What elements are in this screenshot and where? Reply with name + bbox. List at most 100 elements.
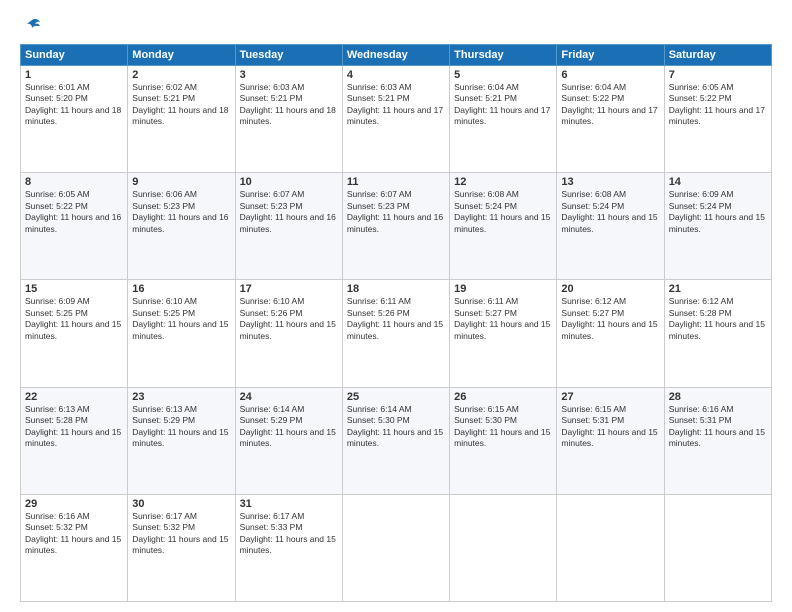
calendar-cell: 25 Sunrise: 6:14 AMSunset: 5:30 PMDaylig…	[342, 387, 449, 494]
day-number: 30	[132, 498, 230, 510]
day-number: 1	[25, 69, 123, 81]
weekday-header-thursday: Thursday	[450, 45, 557, 66]
calendar-cell: 17 Sunrise: 6:10 AMSunset: 5:26 PMDaylig…	[235, 280, 342, 387]
day-info: Sunrise: 6:07 AMSunset: 5:23 PMDaylight:…	[347, 189, 443, 233]
day-number: 13	[561, 176, 659, 188]
day-number: 15	[25, 283, 123, 295]
day-number: 7	[669, 69, 767, 81]
day-number: 2	[132, 69, 230, 81]
logo	[20, 16, 42, 36]
day-number: 27	[561, 391, 659, 403]
calendar-table: SundayMondayTuesdayWednesdayThursdayFrid…	[20, 44, 772, 602]
calendar-cell: 21 Sunrise: 6:12 AMSunset: 5:28 PMDaylig…	[664, 280, 771, 387]
day-number: 25	[347, 391, 445, 403]
day-info: Sunrise: 6:14 AMSunset: 5:29 PMDaylight:…	[240, 404, 336, 448]
day-info: Sunrise: 6:13 AMSunset: 5:29 PMDaylight:…	[132, 404, 228, 448]
day-number: 4	[347, 69, 445, 81]
day-number: 3	[240, 69, 338, 81]
day-number: 23	[132, 391, 230, 403]
day-info: Sunrise: 6:13 AMSunset: 5:28 PMDaylight:…	[25, 404, 121, 448]
calendar-cell: 24 Sunrise: 6:14 AMSunset: 5:29 PMDaylig…	[235, 387, 342, 494]
day-number: 8	[25, 176, 123, 188]
day-info: Sunrise: 6:05 AMSunset: 5:22 PMDaylight:…	[25, 189, 121, 233]
day-number: 17	[240, 283, 338, 295]
calendar-cell: 23 Sunrise: 6:13 AMSunset: 5:29 PMDaylig…	[128, 387, 235, 494]
day-info: Sunrise: 6:16 AMSunset: 5:32 PMDaylight:…	[25, 511, 121, 555]
day-info: Sunrise: 6:17 AMSunset: 5:32 PMDaylight:…	[132, 511, 228, 555]
weekday-header-wednesday: Wednesday	[342, 45, 449, 66]
day-info: Sunrise: 6:07 AMSunset: 5:23 PMDaylight:…	[240, 189, 336, 233]
day-info: Sunrise: 6:15 AMSunset: 5:31 PMDaylight:…	[561, 404, 657, 448]
day-number: 19	[454, 283, 552, 295]
calendar-cell: 29 Sunrise: 6:16 AMSunset: 5:32 PMDaylig…	[21, 494, 128, 601]
day-number: 26	[454, 391, 552, 403]
day-number: 11	[347, 176, 445, 188]
day-info: Sunrise: 6:08 AMSunset: 5:24 PMDaylight:…	[454, 189, 550, 233]
weekday-header-friday: Friday	[557, 45, 664, 66]
calendar-cell: 1 Sunrise: 6:01 AMSunset: 5:20 PMDayligh…	[21, 66, 128, 173]
day-info: Sunrise: 6:04 AMSunset: 5:22 PMDaylight:…	[561, 82, 657, 126]
calendar-cell: 15 Sunrise: 6:09 AMSunset: 5:25 PMDaylig…	[21, 280, 128, 387]
calendar-cell: 28 Sunrise: 6:16 AMSunset: 5:31 PMDaylig…	[664, 387, 771, 494]
day-number: 22	[25, 391, 123, 403]
calendar-cell: 18 Sunrise: 6:11 AMSunset: 5:26 PMDaylig…	[342, 280, 449, 387]
calendar-week-4: 22 Sunrise: 6:13 AMSunset: 5:28 PMDaylig…	[21, 387, 772, 494]
day-info: Sunrise: 6:09 AMSunset: 5:25 PMDaylight:…	[25, 296, 121, 340]
calendar-cell: 31 Sunrise: 6:17 AMSunset: 5:33 PMDaylig…	[235, 494, 342, 601]
calendar-cell: 30 Sunrise: 6:17 AMSunset: 5:32 PMDaylig…	[128, 494, 235, 601]
calendar-cell	[664, 494, 771, 601]
day-info: Sunrise: 6:03 AMSunset: 5:21 PMDaylight:…	[347, 82, 443, 126]
calendar-cell: 6 Sunrise: 6:04 AMSunset: 5:22 PMDayligh…	[557, 66, 664, 173]
calendar-cell: 19 Sunrise: 6:11 AMSunset: 5:27 PMDaylig…	[450, 280, 557, 387]
calendar-cell	[342, 494, 449, 601]
calendar-week-2: 8 Sunrise: 6:05 AMSunset: 5:22 PMDayligh…	[21, 173, 772, 280]
day-info: Sunrise: 6:10 AMSunset: 5:26 PMDaylight:…	[240, 296, 336, 340]
day-number: 31	[240, 498, 338, 510]
day-info: Sunrise: 6:12 AMSunset: 5:27 PMDaylight:…	[561, 296, 657, 340]
calendar-cell	[450, 494, 557, 601]
calendar-cell: 20 Sunrise: 6:12 AMSunset: 5:27 PMDaylig…	[557, 280, 664, 387]
calendar-cell: 13 Sunrise: 6:08 AMSunset: 5:24 PMDaylig…	[557, 173, 664, 280]
day-info: Sunrise: 6:04 AMSunset: 5:21 PMDaylight:…	[454, 82, 550, 126]
day-number: 28	[669, 391, 767, 403]
calendar-week-1: 1 Sunrise: 6:01 AMSunset: 5:20 PMDayligh…	[21, 66, 772, 173]
day-number: 6	[561, 69, 659, 81]
day-number: 9	[132, 176, 230, 188]
day-info: Sunrise: 6:12 AMSunset: 5:28 PMDaylight:…	[669, 296, 765, 340]
day-number: 12	[454, 176, 552, 188]
day-number: 14	[669, 176, 767, 188]
header	[20, 16, 772, 36]
weekday-header-saturday: Saturday	[664, 45, 771, 66]
day-info: Sunrise: 6:03 AMSunset: 5:21 PMDaylight:…	[240, 82, 336, 126]
day-number: 16	[132, 283, 230, 295]
day-number: 21	[669, 283, 767, 295]
day-info: Sunrise: 6:05 AMSunset: 5:22 PMDaylight:…	[669, 82, 765, 126]
calendar-cell: 9 Sunrise: 6:06 AMSunset: 5:23 PMDayligh…	[128, 173, 235, 280]
day-number: 18	[347, 283, 445, 295]
calendar-cell: 22 Sunrise: 6:13 AMSunset: 5:28 PMDaylig…	[21, 387, 128, 494]
calendar-week-3: 15 Sunrise: 6:09 AMSunset: 5:25 PMDaylig…	[21, 280, 772, 387]
day-number: 20	[561, 283, 659, 295]
weekday-header-monday: Monday	[128, 45, 235, 66]
calendar-cell: 12 Sunrise: 6:08 AMSunset: 5:24 PMDaylig…	[450, 173, 557, 280]
weekday-header-tuesday: Tuesday	[235, 45, 342, 66]
calendar-cell: 2 Sunrise: 6:02 AMSunset: 5:21 PMDayligh…	[128, 66, 235, 173]
day-number: 5	[454, 69, 552, 81]
day-number: 10	[240, 176, 338, 188]
day-info: Sunrise: 6:08 AMSunset: 5:24 PMDaylight:…	[561, 189, 657, 233]
day-info: Sunrise: 6:15 AMSunset: 5:30 PMDaylight:…	[454, 404, 550, 448]
calendar-cell: 14 Sunrise: 6:09 AMSunset: 5:24 PMDaylig…	[664, 173, 771, 280]
day-info: Sunrise: 6:10 AMSunset: 5:25 PMDaylight:…	[132, 296, 228, 340]
weekday-header-sunday: Sunday	[21, 45, 128, 66]
calendar-cell: 8 Sunrise: 6:05 AMSunset: 5:22 PMDayligh…	[21, 173, 128, 280]
logo-bird-icon	[22, 16, 42, 36]
day-info: Sunrise: 6:09 AMSunset: 5:24 PMDaylight:…	[669, 189, 765, 233]
calendar-cell: 27 Sunrise: 6:15 AMSunset: 5:31 PMDaylig…	[557, 387, 664, 494]
day-info: Sunrise: 6:06 AMSunset: 5:23 PMDaylight:…	[132, 189, 228, 233]
day-info: Sunrise: 6:17 AMSunset: 5:33 PMDaylight:…	[240, 511, 336, 555]
calendar-cell: 10 Sunrise: 6:07 AMSunset: 5:23 PMDaylig…	[235, 173, 342, 280]
day-info: Sunrise: 6:14 AMSunset: 5:30 PMDaylight:…	[347, 404, 443, 448]
calendar-cell: 11 Sunrise: 6:07 AMSunset: 5:23 PMDaylig…	[342, 173, 449, 280]
calendar-cell: 26 Sunrise: 6:15 AMSunset: 5:30 PMDaylig…	[450, 387, 557, 494]
calendar-cell: 4 Sunrise: 6:03 AMSunset: 5:21 PMDayligh…	[342, 66, 449, 173]
